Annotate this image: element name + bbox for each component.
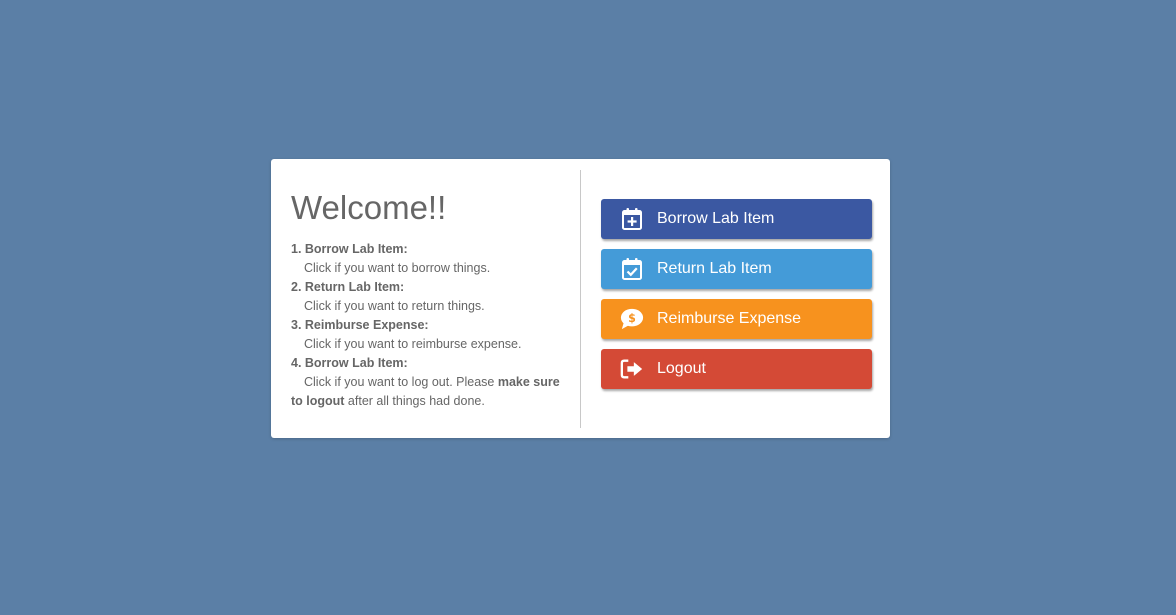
reimburse-expense-button[interactable]: $ Reimburse Expense xyxy=(601,299,872,339)
instruction-heading-borrow: 1. Borrow Lab Item: xyxy=(291,242,408,256)
instruction-heading-return: 2. Return Lab Item: xyxy=(291,280,405,294)
borrow-lab-item-label: Borrow Lab Item xyxy=(657,210,775,227)
welcome-card: Welcome!! 1. Borrow Lab Item: Click if y… xyxy=(271,159,890,438)
action-buttons: Borrow Lab Item Return Lab Item $ Reimbu… xyxy=(601,199,872,399)
instruction-desc-logout-prefix: Click if you want to log out. Please xyxy=(304,375,498,389)
borrow-lab-item-button[interactable]: Borrow Lab Item xyxy=(601,199,872,239)
instructions-list: 1. Borrow Lab Item: Click if you want to… xyxy=(291,240,561,411)
return-lab-item-label: Return Lab Item xyxy=(657,260,772,277)
return-lab-item-button[interactable]: Return Lab Item xyxy=(601,249,872,289)
dollar-chat-icon: $ xyxy=(620,307,644,331)
instruction-desc-logout-suffix: after all things had done. xyxy=(344,394,485,408)
calendar-check-icon xyxy=(620,257,644,281)
calendar-plus-icon xyxy=(620,207,644,231)
instruction-desc-borrow: Click if you want to borrow things. xyxy=(304,261,491,275)
welcome-panel: Welcome!! 1. Borrow Lab Item: Click if y… xyxy=(291,189,561,411)
instruction-heading-logout: 4. Borrow Lab Item: xyxy=(291,356,408,370)
page-title: Welcome!! xyxy=(291,189,447,226)
instruction-desc-reimburse: Click if you want to reimburse expense. xyxy=(304,337,522,351)
logout-button[interactable]: Logout xyxy=(601,349,872,389)
logout-label: Logout xyxy=(657,360,706,377)
svg-text:$: $ xyxy=(628,312,636,325)
vertical-divider xyxy=(580,170,581,428)
reimburse-expense-label: Reimburse Expense xyxy=(657,310,802,327)
instruction-desc-return: Click if you want to return things. xyxy=(304,299,485,313)
sign-out-icon xyxy=(620,357,644,381)
instruction-heading-reimburse: 3. Reimburse Expense: xyxy=(291,318,429,332)
instruction-desc-logout: Click if you want to log out. Please mak… xyxy=(291,373,561,411)
